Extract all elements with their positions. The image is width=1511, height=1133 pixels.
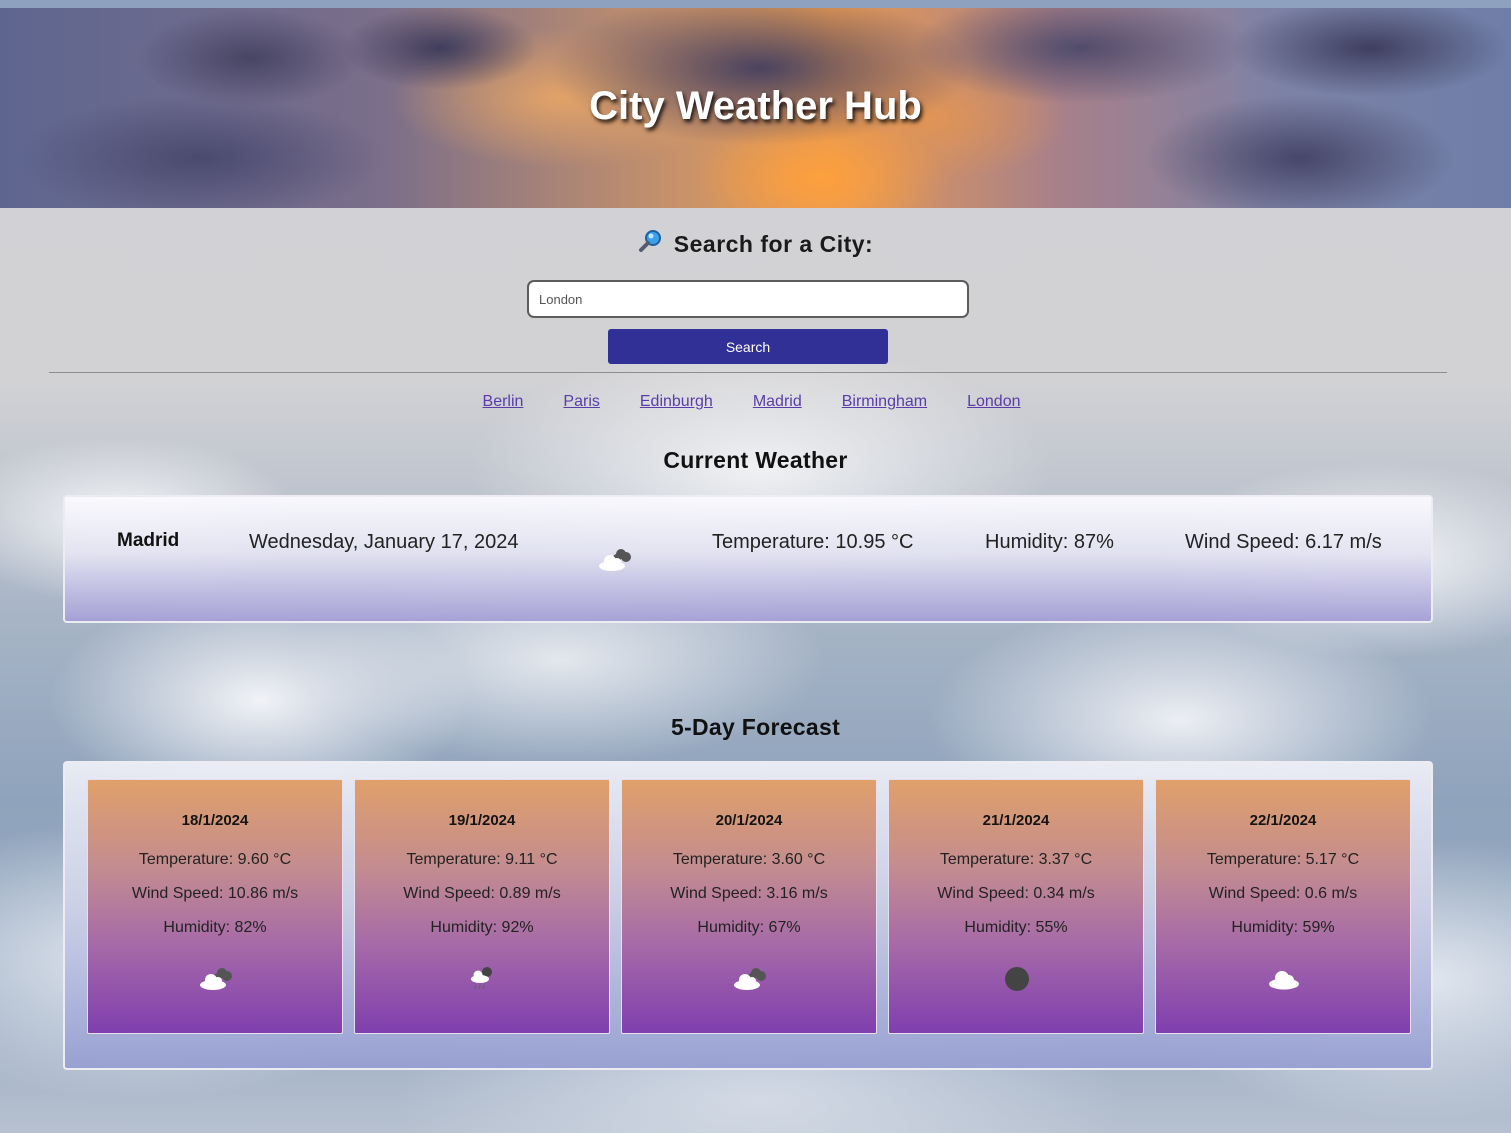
current-wind-speed: Wind Speed: 6.17 m/s (1185, 531, 1382, 553)
forecast-humidity: Humidity: 82% (163, 919, 267, 936)
city-link-berlin[interactable]: Berlin (483, 393, 524, 411)
forecast-card: 21/1/2024 Temperature: 3.37 °C Wind Spee… (888, 779, 1144, 1034)
current-weather-title: Current Weather (663, 447, 848, 473)
forecast-wind-speed: Wind Speed: 0.34 m/s (937, 885, 1095, 902)
few-clouds-icon (1264, 964, 1304, 994)
forecast-date: 22/1/2024 (1249, 812, 1317, 829)
current-temperature: Temperature: 10.95 °C (712, 531, 914, 553)
forecast-humidity: Humidity: 92% (430, 919, 534, 936)
city-link-london[interactable]: London (967, 393, 1020, 411)
light-rain-icon (463, 964, 503, 994)
page-title: City Weather Hub (589, 84, 922, 128)
city-link-madrid[interactable]: Madrid (753, 393, 802, 411)
forecast-wind-speed: Wind Speed: 0.89 m/s (403, 885, 561, 902)
city-link-edinburgh[interactable]: Edinburgh (640, 393, 713, 411)
forecast-card: 19/1/2024 Temperature: 9.11 °C Wind Spee… (354, 779, 610, 1034)
forecast-date: 21/1/2024 (982, 812, 1050, 829)
forecast-panel: 18/1/2024 Temperature: 9.60 °C Wind Spee… (63, 761, 1433, 1070)
forecast-humidity: Humidity: 67% (697, 919, 801, 936)
forecast-date: 18/1/2024 (181, 812, 249, 829)
city-link-paris[interactable]: Paris (563, 393, 599, 411)
forecast-wind-speed: Wind Speed: 3.16 m/s (670, 885, 828, 902)
forecast-date: 19/1/2024 (448, 812, 516, 829)
top-strip (0, 0, 1511, 8)
forecast-humidity: Humidity: 59% (1231, 919, 1335, 936)
magnifying-glass-icon (638, 228, 664, 260)
broken-clouds-icon (730, 964, 770, 994)
forecast-title: 5-Day Forecast (670, 714, 841, 740)
recent-cities-list: Berlin Paris Edinburgh Madrid Birmingham… (0, 393, 1507, 411)
forecast-wind-speed: Wind Speed: 10.86 m/s (131, 885, 299, 902)
forecast-temperature: Temperature: 3.60 °C (672, 851, 826, 868)
broken-clouds-icon (595, 545, 635, 575)
clear-night-icon (997, 964, 1037, 994)
search-input[interactable] (527, 280, 969, 318)
broken-clouds-icon (196, 964, 236, 994)
current-city: Madrid (117, 530, 180, 551)
search-button[interactable]: Search (608, 329, 888, 364)
forecast-card: 18/1/2024 Temperature: 9.60 °C Wind Spee… (87, 779, 343, 1034)
divider (49, 372, 1447, 373)
city-link-birmingham[interactable]: Birmingham (842, 393, 927, 411)
forecast-card: 22/1/2024 Temperature: 5.17 °C Wind Spee… (1155, 779, 1411, 1034)
header-banner: City Weather Hub (0, 8, 1511, 208)
forecast-wind-speed: Wind Speed: 0.6 m/s (1208, 885, 1358, 902)
forecast-temperature: Temperature: 3.37 °C (939, 851, 1093, 868)
forecast-temperature: Temperature: 9.11 °C (406, 851, 558, 868)
forecast-temperature: Temperature: 5.17 °C (1206, 851, 1360, 868)
current-humidity: Humidity: 87% (985, 531, 1114, 553)
forecast-card: 20/1/2024 Temperature: 3.60 °C Wind Spee… (621, 779, 877, 1034)
forecast-date: 20/1/2024 (715, 812, 783, 829)
forecast-humidity: Humidity: 55% (964, 919, 1068, 936)
search-section: Search for a City: (0, 228, 1511, 260)
search-heading-label: Search for a City: (673, 230, 874, 257)
current-date: Wednesday, January 17, 2024 (249, 531, 519, 553)
forecast-temperature: Temperature: 9.60 °C (138, 851, 292, 868)
current-weather-card: Madrid Wednesday, January 17, 2024 Tempe… (63, 495, 1433, 623)
search-heading: Search for a City: (638, 228, 873, 260)
